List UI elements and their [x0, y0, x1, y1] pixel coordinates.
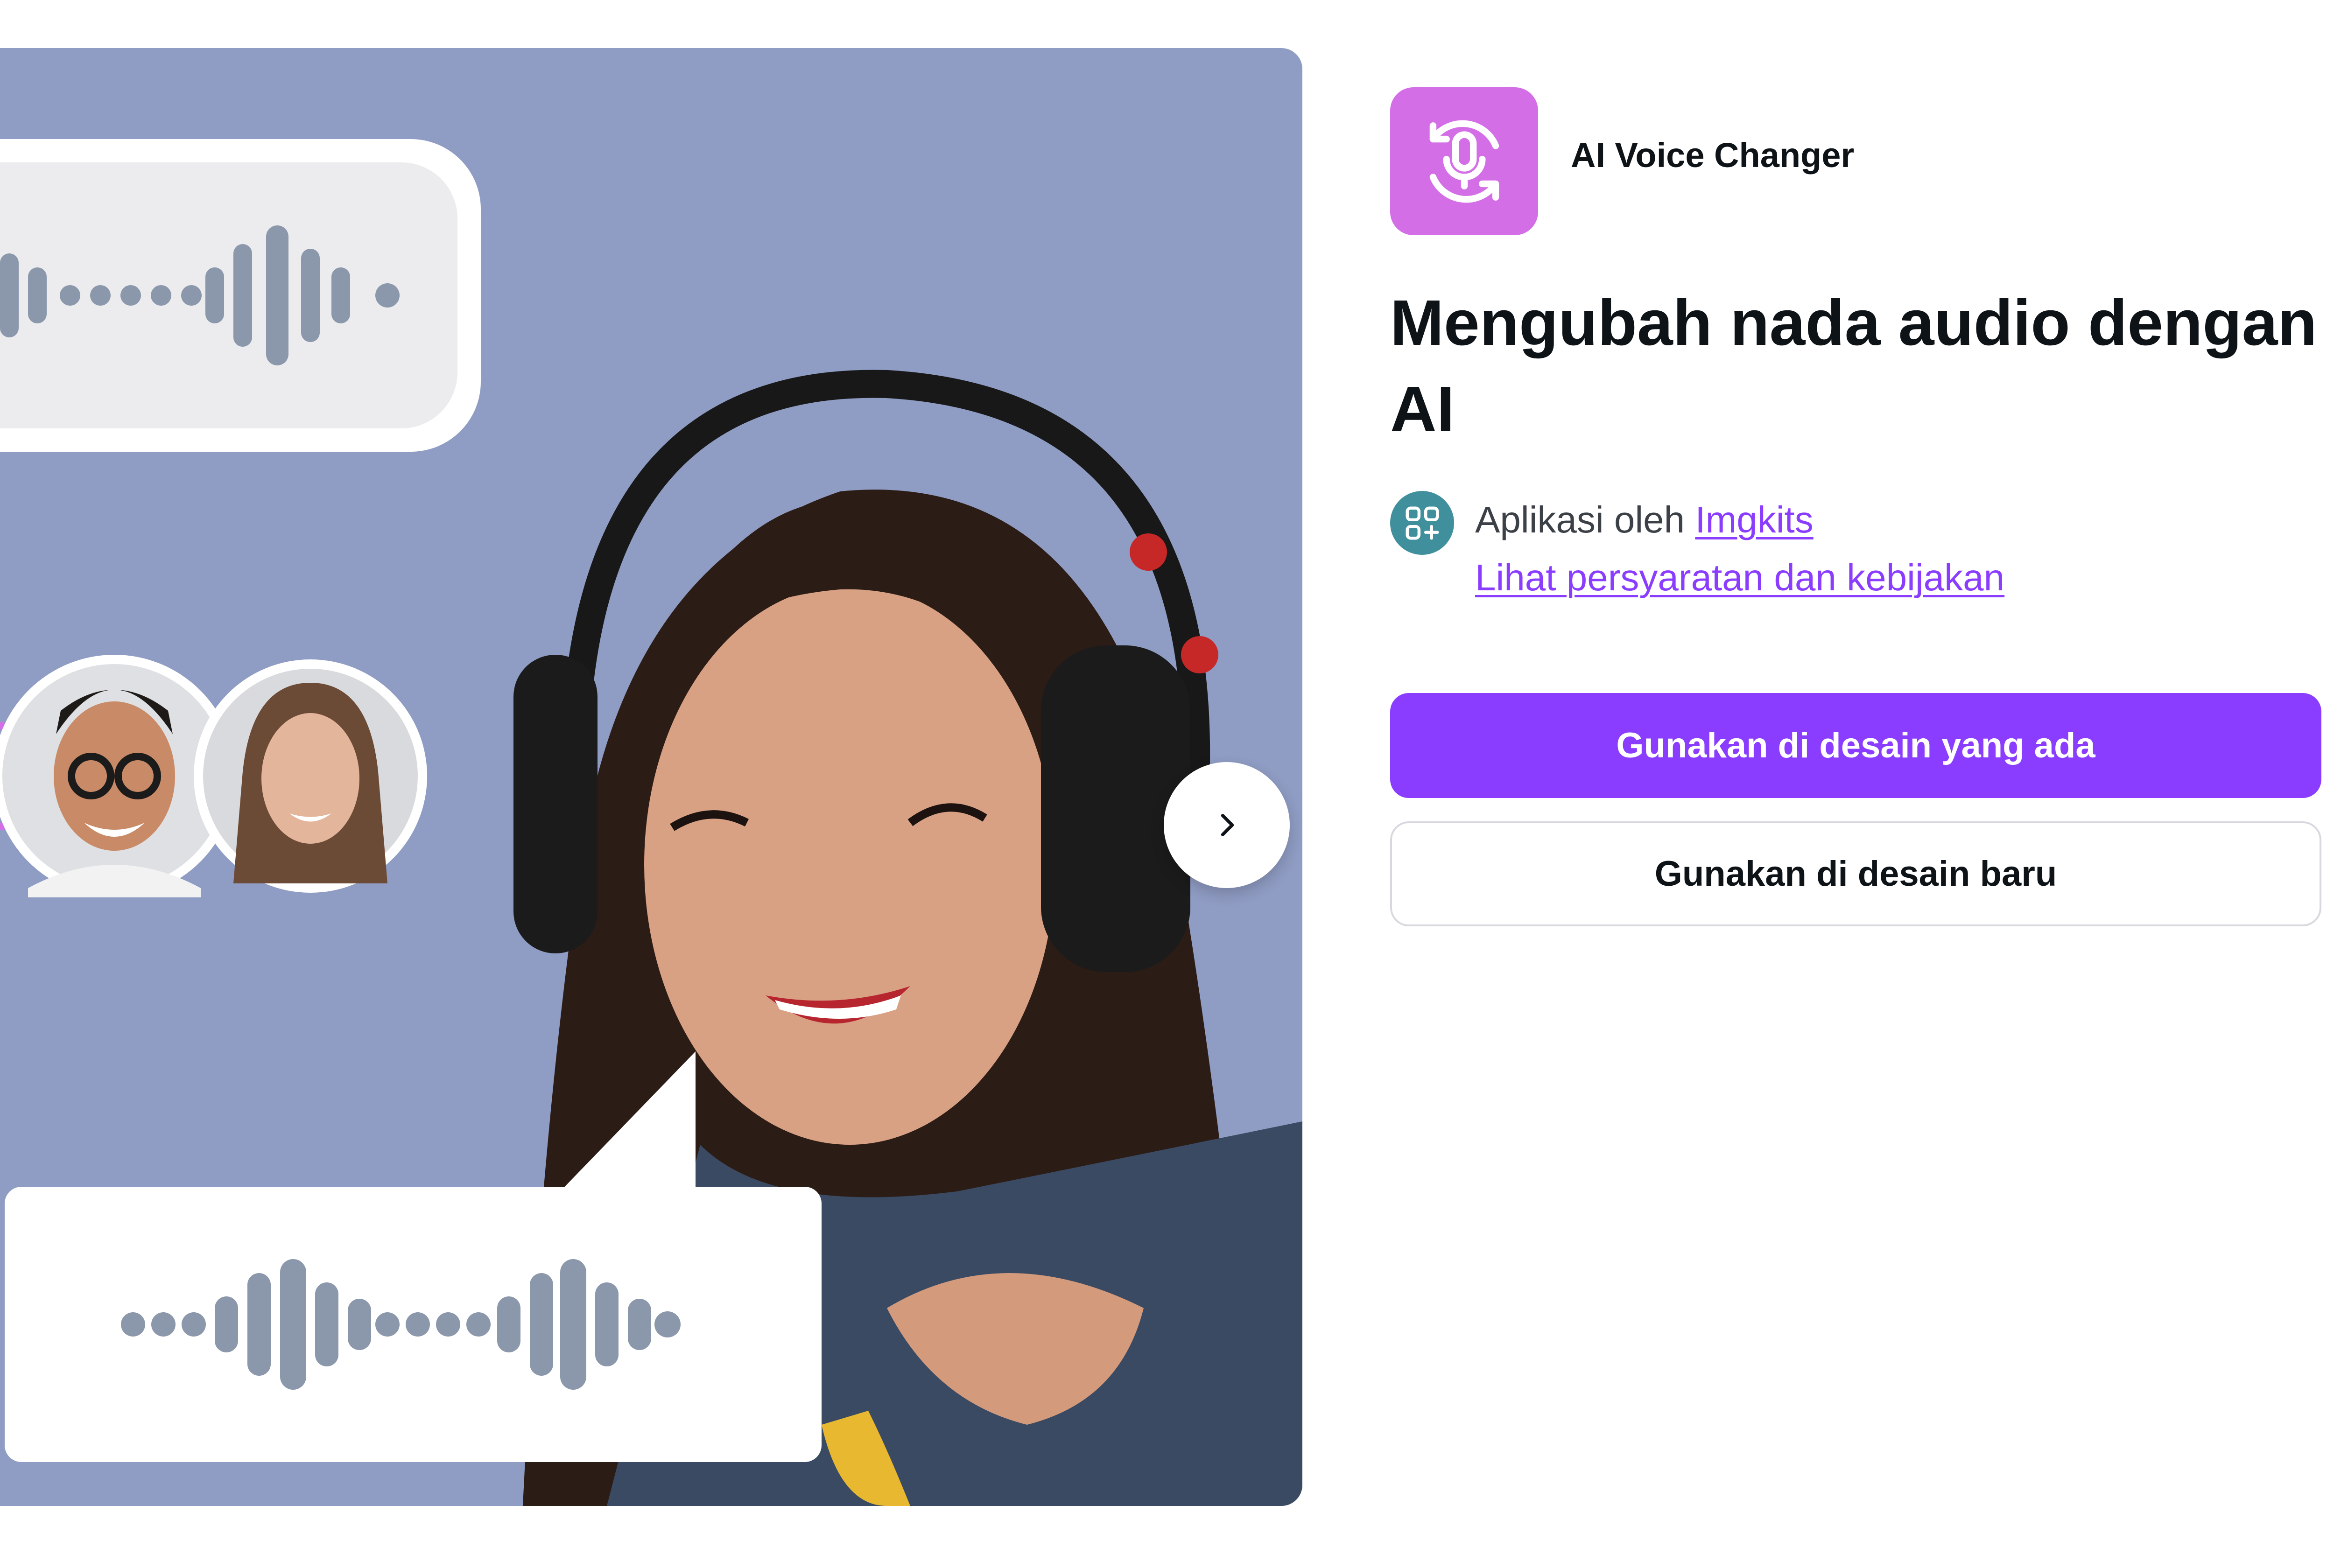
avatar-woman	[194, 659, 427, 893]
use-in-existing-design-button[interactable]: Gunakan di desain yang ada	[1390, 693, 2321, 798]
developer-credit: Aplikasi oleh Imgkits	[1475, 498, 1814, 541]
terms-row: Lihat persyaratan dan kebijakan	[1475, 556, 2004, 599]
carousel-next-button[interactable]	[1164, 762, 1290, 888]
terms-link[interactable]: Lihat persyaratan dan kebijakan	[1475, 557, 2004, 598]
page-title: Mengubah nada audio dengan AI	[1390, 287, 2317, 445]
developer-link[interactable]: Imgkits	[1695, 499, 1813, 540]
apps-grid-icon	[1406, 506, 1439, 539]
app-name: AI Voice Changer	[1571, 136, 1855, 175]
developer-prefix: Aplikasi oleh	[1475, 499, 1685, 540]
microphone-refresh-icon	[1429, 120, 1499, 203]
use-in-new-design-button[interactable]: Gunakan di desain baru	[1390, 821, 2321, 926]
preview-carousel	[0, 48, 1302, 1506]
app-icon	[1390, 87, 1538, 235]
chevron-right-icon	[1221, 814, 1234, 836]
preview-image	[0, 139, 1302, 1506]
developer-badge	[1390, 491, 1454, 555]
